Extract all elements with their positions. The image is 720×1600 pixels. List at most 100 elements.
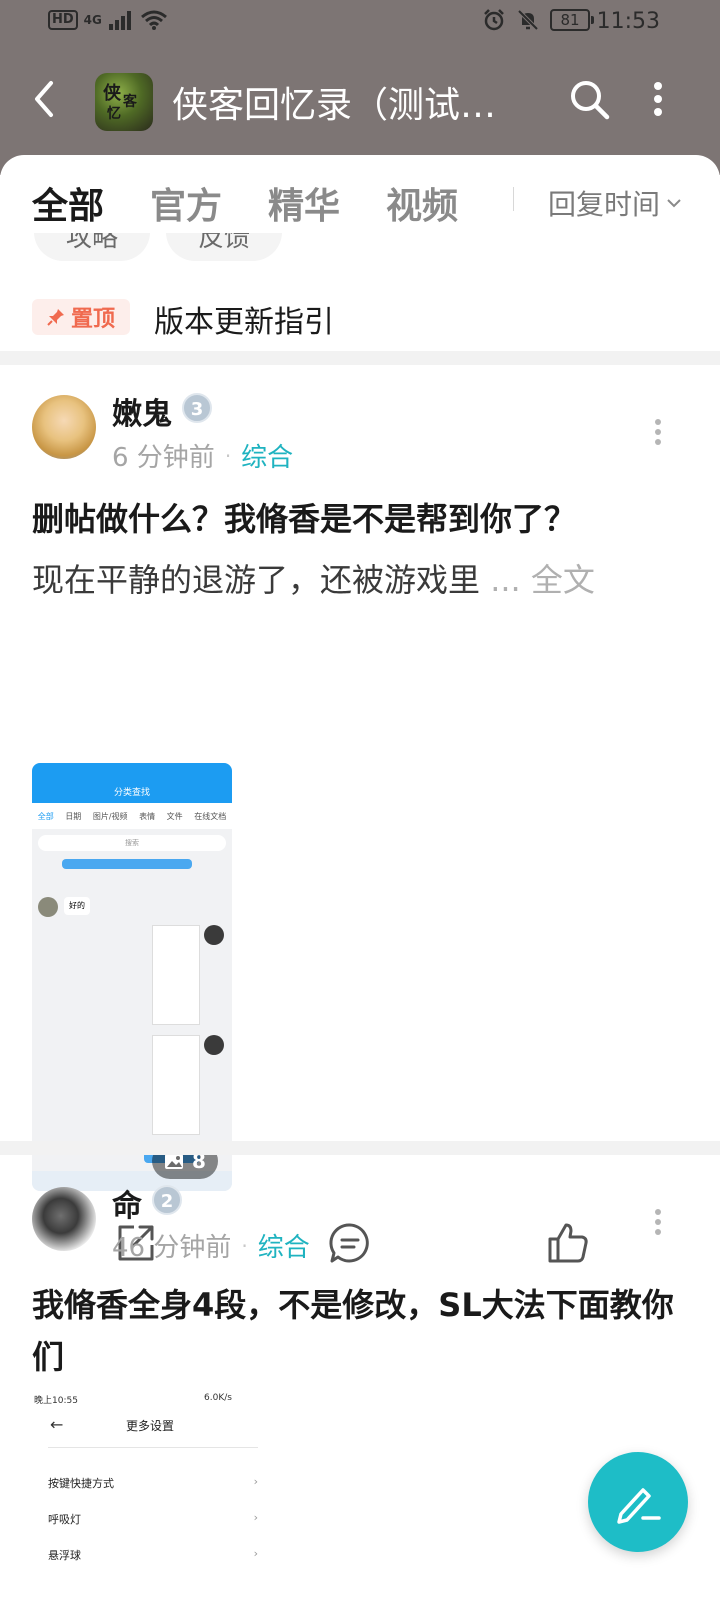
- signal-icon: [108, 11, 131, 30]
- thumb-row-arrow: ›: [253, 1511, 258, 1524]
- thumb-row-label: 按键快捷方式: [48, 1477, 114, 1490]
- post-image[interactable]: 分类查找 全部 日期 图片/视频 表情 文件 在线文档 搜索 好的 8: [32, 763, 232, 1191]
- content-sheet: 全部 官方 精华 视频 回复时间 攻略 反馈 置顶 版本更新指引 嫩鬼 3 6 …: [0, 155, 720, 1600]
- thumb-tab: 日期: [65, 811, 82, 821]
- thumb-tab: 图片/视频: [92, 811, 128, 821]
- forum-header: HD 4G 81 11:53 侠 客 忆 侠客回忆录（测试…: [0, 0, 720, 175]
- meta-separator: ·: [224, 443, 232, 468]
- post-title[interactable]: 我脩香全身4段，不是修改，SL大法下面教你们: [32, 1279, 692, 1383]
- clock: 11:53: [596, 9, 660, 34]
- more-vertical-icon: [655, 419, 661, 445]
- level-badge: 2: [152, 1185, 182, 1215]
- status-left: HD 4G: [48, 10, 168, 30]
- mute-icon: [517, 9, 539, 31]
- post-time: 6 分钟前: [112, 443, 215, 473]
- tab-official[interactable]: 官方: [150, 177, 222, 229]
- thumb-back-arrow: ←: [50, 1415, 64, 1434]
- avatar[interactable]: [32, 1187, 96, 1251]
- thumb-tabs: 全部 日期 图片/视频 表情 文件 在线文档: [32, 803, 232, 829]
- tab-divider: [513, 187, 514, 211]
- chip-guide[interactable]: 攻略: [34, 233, 150, 261]
- pin-icon: [47, 309, 64, 326]
- thumb-settings-row: 按键快捷方式 ›: [48, 1475, 258, 1491]
- author-name[interactable]: 嫩鬼: [112, 389, 172, 433]
- more-button[interactable]: [646, 76, 670, 126]
- thumb-avatar: [204, 925, 224, 945]
- thumb-avatar: [204, 1035, 224, 1055]
- thumb-row-label: 呼吸灯: [48, 1513, 81, 1526]
- thumb-row-arrow: ›: [253, 1475, 258, 1488]
- post-meta: 46 分钟前 · 综合: [112, 1227, 310, 1264]
- excerpt-text: 现在平静的退游了，还被游戏里: [32, 561, 481, 599]
- game-icon: 侠 客 忆: [95, 73, 153, 131]
- post-excerpt[interactable]: 现在平静的退游了，还被游戏里 ... 全文: [32, 555, 692, 601]
- thumb-bubble: [62, 859, 192, 869]
- thumb-status-left: 晚上10:55: [34, 1396, 78, 1406]
- thumb-tab: 表情: [139, 811, 156, 821]
- sort-dropdown[interactable]: 回复时间: [548, 183, 682, 223]
- section-separator: [0, 351, 720, 365]
- thumb-search: 搜索: [38, 835, 226, 851]
- thumb-tab: 全部: [37, 811, 54, 821]
- post-more-button[interactable]: [652, 417, 664, 447]
- thumb-screenshot: [152, 925, 200, 1025]
- thumb-row-label: 悬浮球: [48, 1549, 81, 1562]
- back-arrow-icon: [35, 81, 53, 117]
- post-category[interactable]: 综合: [241, 437, 293, 474]
- pinned-title: 版本更新指引: [154, 305, 334, 340]
- thumb-settings-row: 悬浮球 ›: [48, 1547, 258, 1563]
- alarm-icon: [484, 9, 504, 31]
- thumb-status-right: 6.0K/s: [204, 1393, 232, 1403]
- chevron-down-icon: [667, 199, 681, 208]
- battery-indicator: 81: [550, 9, 594, 31]
- search-button[interactable]: [566, 76, 614, 124]
- chip-row: 攻略 反馈: [0, 233, 720, 265]
- post-card[interactable]: 嫩鬼 3 6 分钟前 · 综合 删帖做什么？我脩香是不是帮到你了？ 现在平静的退…: [0, 365, 720, 1263]
- author-name[interactable]: 命: [112, 1181, 142, 1225]
- tab-bar: 全部 官方 精华 视频 回复时间: [0, 155, 720, 245]
- sort-label: 回复时间: [548, 188, 661, 221]
- tab-video[interactable]: 视频: [386, 177, 458, 229]
- thumb-page-title: 更多设置: [126, 1419, 175, 1433]
- thumb-avatar: [38, 897, 58, 917]
- excerpt-ellipsis: ...: [490, 561, 521, 599]
- post-more-button[interactable]: [652, 1207, 664, 1237]
- compose-button[interactable]: [588, 1452, 688, 1552]
- pin-label: 置顶: [70, 307, 115, 332]
- thumb-header-title: 分类查找: [113, 788, 150, 798]
- back-button[interactable]: [22, 74, 66, 124]
- full-text-link[interactable]: 全文: [531, 561, 595, 599]
- thumb-chat-bubble: 好的: [64, 897, 90, 915]
- meta-separator: ·: [241, 1233, 248, 1258]
- wifi-icon: [140, 10, 167, 30]
- post-separator: [0, 1141, 720, 1155]
- pin-badge: 置顶: [32, 299, 130, 335]
- post-time: 46 分钟前: [112, 1233, 232, 1263]
- tab-featured[interactable]: 精华: [268, 177, 340, 229]
- more-vertical-icon: [654, 82, 662, 116]
- tab-all[interactable]: 全部: [32, 177, 104, 229]
- level-badge: 3: [182, 393, 212, 423]
- post-meta: 6 分钟前 · 综合: [112, 437, 293, 474]
- pen-icon: [617, 1488, 661, 1524]
- forum-screen: HD 4G 81 11:53 侠 客 忆 侠客回忆录（测试… 全部 官方 精华 …: [0, 0, 720, 1600]
- post-title[interactable]: 删帖做什么？我脩香是不是帮到你了？: [32, 493, 692, 545]
- post-image[interactable]: 晚上10:55 6.0K/s ← 更多设置 按键快捷方式 › 呼吸灯 › 悬浮球…: [32, 1391, 272, 1600]
- more-vertical-icon: [655, 1209, 661, 1235]
- thumb-tab: 在线文档: [194, 811, 227, 821]
- thumb-settings-row: 呼吸灯 ›: [48, 1511, 258, 1527]
- thumb-tab: 文件: [166, 811, 183, 821]
- forum-title: 侠客回忆录（测试…: [172, 85, 497, 126]
- thumb-row-arrow: ›: [253, 1547, 258, 1560]
- avatar[interactable]: [32, 395, 96, 459]
- search-icon: [571, 81, 610, 120]
- thumb-screenshot: [152, 1035, 200, 1135]
- post-category[interactable]: 综合: [258, 1227, 310, 1264]
- chip-feedback[interactable]: 反馈: [166, 233, 282, 261]
- network-type: 4G: [83, 13, 102, 27]
- thumb-divider: [48, 1447, 258, 1448]
- status-right: 81: [482, 8, 594, 32]
- hd-indicator: HD: [48, 10, 78, 30]
- status-bar: HD 4G 81 11:53: [0, 0, 720, 46]
- thumb-header: 分类查找: [32, 763, 232, 803]
